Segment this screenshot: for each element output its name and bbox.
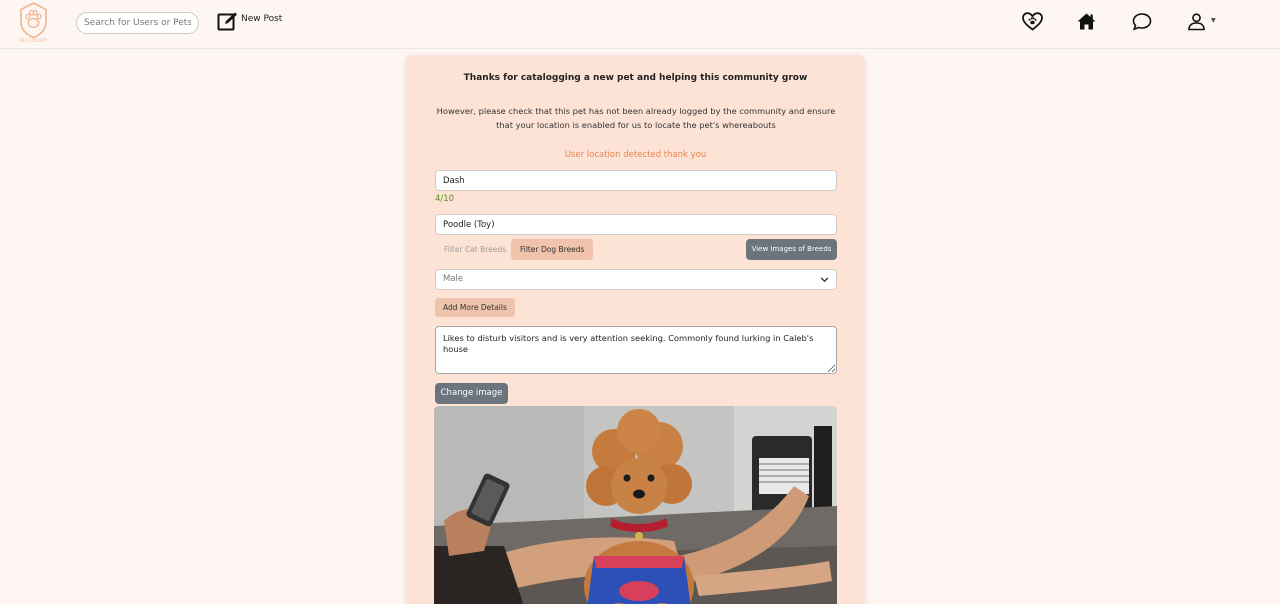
filter-cat-breeds-button[interactable]: Filter Cat Breeds: [439, 240, 511, 260]
form-info-text: However, please check that this pet has …: [436, 106, 836, 130]
heart-paw-icon[interactable]: [1022, 12, 1043, 31]
new-post-label: New Post: [241, 14, 283, 24]
poodle-photo-image: [434, 406, 837, 604]
location-status: User location detected thank you: [564, 150, 707, 160]
gender-select[interactable]: Male: [435, 269, 837, 290]
logo-text: PET SOCIETY: [19, 38, 48, 43]
paw-shield-icon: [20, 2, 47, 39]
user-icon[interactable]: [1187, 12, 1206, 31]
new-post-button[interactable]: New Post: [217, 10, 282, 32]
pet-photo: [434, 406, 837, 604]
pencil-square-icon: [217, 11, 238, 32]
add-more-details-button[interactable]: Add More Details: [435, 298, 515, 317]
gender-select-value: Male: [443, 274, 464, 284]
chat-icon[interactable]: [1132, 12, 1152, 31]
search-input[interactable]: [76, 12, 199, 34]
caret-down-icon[interactable]: ▼: [1211, 17, 1216, 24]
pet-society-logo[interactable]: PET SOCIETY: [17, 1, 50, 44]
view-breed-images-button[interactable]: View Images of Breeds: [746, 239, 837, 260]
change-image-button[interactable]: Change image: [435, 383, 508, 404]
pet-name-input[interactable]: [435, 170, 837, 191]
breed-input[interactable]: [435, 214, 837, 235]
description-textarea[interactable]: Likes to disturb visitors and is very at…: [435, 326, 837, 374]
form-heading: Thanks for catalogging a new pet and hel…: [463, 73, 808, 83]
new-pet-form-card: Thanks for catalogging a new pet and hel…: [406, 55, 865, 604]
name-char-counter: 4/10: [435, 194, 455, 204]
top-navbar: PET SOCIETY New Post: [0, 0, 1280, 49]
home-icon[interactable]: [1077, 12, 1096, 31]
chevron-down-icon: [820, 275, 829, 284]
filter-dog-breeds-button[interactable]: Filter Dog Breeds: [511, 239, 594, 260]
